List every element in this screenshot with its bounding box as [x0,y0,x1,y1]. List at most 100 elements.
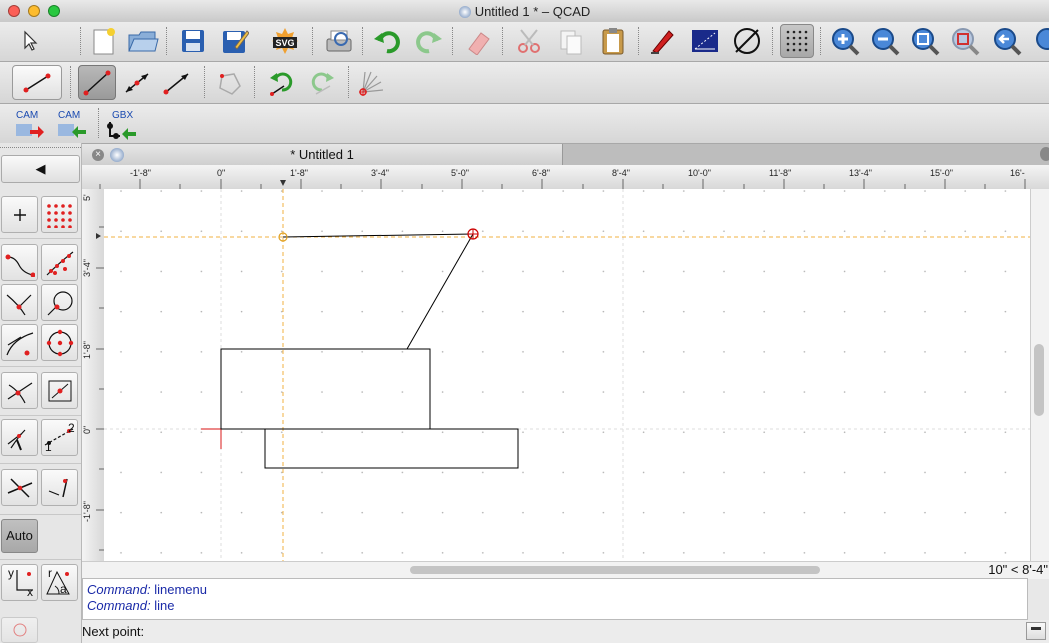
restrict-orthogonal-icon [7,477,32,498]
gbx-button[interactable]: GBX [106,106,140,140]
paste-button[interactable] [596,24,630,58]
snap-distance-label-1: 1 [45,440,52,454]
snap-quadrant-button[interactable] [41,324,78,361]
rotate-button[interactable] [264,65,298,99]
snap-perpendicular-button[interactable] [1,419,38,456]
cam-export-button[interactable]: CAM [14,108,48,140]
no-pen-button[interactable] [730,24,764,58]
snap-endpoints-button[interactable] [1,244,38,281]
restrict-angle-button[interactable] [41,469,78,506]
grid-toggle-button[interactable] [780,24,814,58]
zoom-auto-button[interactable] [908,24,942,58]
line-arrow-icon [163,73,189,95]
restrict-orthogonal-button[interactable] [1,469,38,506]
redo-button[interactable] [412,24,446,58]
select-button[interactable] [12,24,46,58]
command-dock-button[interactable] [1026,622,1046,640]
snap-free-button[interactable] [1,196,38,233]
command-input[interactable] [154,622,1018,641]
copy-button[interactable] [554,24,588,58]
svg-export-icon: SVG [272,28,298,54]
snap-extra-icon [13,623,26,637]
snap-on-entity-button[interactable] [41,244,78,281]
horizontal-scroll-thumb[interactable] [410,566,820,574]
no-pen-icon [734,28,760,54]
vertical-scrollbar[interactable] [1030,189,1049,561]
svg-export-button[interactable]: SVG [268,24,302,58]
rotate-icon [270,72,293,96]
svg-text:SVG: SVG [275,38,294,48]
snap-middle-button[interactable] [1,324,38,361]
redo-line-button[interactable] [306,65,340,99]
tab-scroll-icon[interactable] [1040,147,1049,161]
zoom-out-button[interactable] [868,24,902,58]
back-button[interactable]: ◀ [1,155,80,183]
save-button[interactable] [176,24,210,58]
polygon-button[interactable] [212,65,246,99]
eraser-icon [468,32,490,55]
line-tool-button[interactable] [12,65,62,100]
qcad-app-icon [458,6,471,18]
toolbar-separator [254,66,255,98]
snap-on-entity-icon [46,251,73,275]
zoom-window-button[interactable] [948,24,982,58]
document-tab-label: * Untitled 1 [290,147,354,162]
zoom-previous-button[interactable] [990,24,1024,58]
coordinate-polar-button[interactable]: r a [41,564,78,601]
grid-dots [104,189,1030,561]
snap-grid-button[interactable] [41,196,78,233]
line-angle-button[interactable] [120,65,154,99]
open-folder-icon [128,31,159,52]
zoom-partial-icon [1036,28,1049,50]
snap-center-button[interactable] [1,284,38,321]
window-title: Untitled 1 * – QCAD [0,4,1049,19]
snap-angle-icon [359,71,384,96]
coordinate-cartesian-button[interactable]: y x [1,564,38,601]
save-as-icon [223,30,249,53]
title-bar: Untitled 1 * – QCAD [0,0,1049,23]
line-tool-icon [23,73,51,92]
redo-line-icon [311,72,334,95]
auto-snap-button[interactable]: Auto [1,519,38,553]
window-title-text: Untitled 1 * – QCAD [474,4,591,19]
pen-button[interactable] [646,24,680,58]
open-button[interactable] [126,24,160,58]
snap-quadrant-icon [46,329,73,356]
snap-distance-button[interactable]: 1 2 [41,419,78,456]
cam-import-icon [58,124,86,138]
document-tab[interactable]: × * Untitled 1 [82,144,563,165]
vertical-ruler: 5' 3'-4" 1'-8" 0" -1'-8" [82,189,105,561]
toolbar-separator [638,27,639,55]
print-preview-button[interactable] [322,24,356,58]
line-two-points-button[interactable] [78,65,116,100]
drawing-properties-button[interactable] [688,24,722,58]
snap-reference-button[interactable] [41,372,78,409]
grid-icon [786,30,808,52]
cam-import-button[interactable]: CAM [56,108,90,140]
snap-angle-button[interactable] [354,65,388,99]
panel-divider [0,559,81,560]
horizontal-scrollbar[interactable]: 10" < 8'-4" [82,561,1049,579]
select-icon [24,30,38,51]
undo-icon [374,31,400,54]
snap-extra-button[interactable] [1,617,38,643]
snap-endpoints-icon [5,254,35,277]
drawing-canvas[interactable] [104,189,1030,561]
new-document-button[interactable] [86,24,120,58]
snap-circle-button[interactable] [41,284,78,321]
zoom-in-button[interactable] [828,24,862,58]
line-toolbar [0,62,1049,104]
new-document-icon [93,28,115,55]
delete-button[interactable] [462,24,496,58]
restrict-angle-icon [48,478,68,497]
undo-button[interactable] [370,24,404,58]
snap-center-icon [6,294,31,315]
save-as-button[interactable] [218,24,252,58]
snap-intersection-button[interactable] [1,372,38,409]
toolbar-overflow[interactable] [1030,24,1049,58]
cut-button[interactable] [512,24,546,58]
vertical-scroll-thumb[interactable] [1034,344,1044,416]
line-arrow-button[interactable] [160,65,194,99]
zoom-previous-icon [994,28,1022,56]
toolbar-separator [98,108,99,138]
